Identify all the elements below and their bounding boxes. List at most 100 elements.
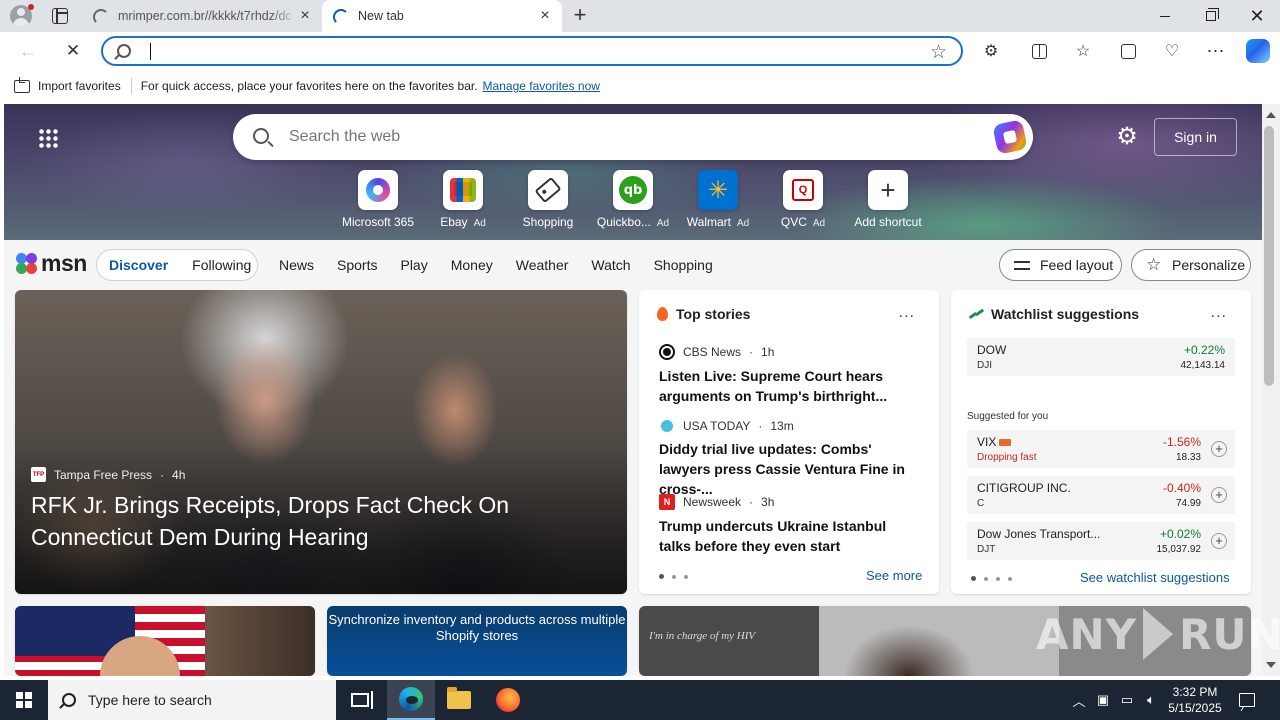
web-search-box[interactable] <box>233 114 1033 160</box>
personalize-button[interactable]: ☆ Personalize <box>1131 249 1251 281</box>
stop-loading-icon[interactable]: ✕ <box>60 38 86 64</box>
more-options-icon[interactable]: ... <box>899 304 915 322</box>
add-to-watchlist-icon[interactable]: + <box>1211 533 1227 549</box>
tab-strip: mrimper.com.br//kkkk/t7rhdz/dc × New tab… <box>0 0 1280 32</box>
tab-following[interactable]: Following <box>180 257 263 273</box>
story-headline[interactable]: Listen Live: Supreme Court hears argumen… <box>659 366 921 406</box>
page-dot[interactable] <box>996 576 1000 581</box>
shortcut-shopping[interactable]: Shopping <box>508 170 588 229</box>
copilot-icon[interactable] <box>1246 39 1270 63</box>
nav-watch[interactable]: Watch <box>591 257 630 273</box>
page-scrollbar[interactable] <box>1262 104 1280 676</box>
tab-new-tab[interactable]: New tab × <box>322 0 562 32</box>
address-bar[interactable]: ☆ <box>101 36 963 66</box>
shortcut-microsoft-365[interactable]: Microsoft 365 <box>338 170 418 229</box>
feed-layout-button[interactable]: Feed layout <box>999 249 1122 281</box>
performance-icon[interactable]: ♡ <box>1161 40 1183 62</box>
shortcut-walmart[interactable]: ✳ Walmart Ad <box>678 170 758 229</box>
story-item[interactable]: N Newsweek · 3h Trump undercuts Ukraine Is… <box>659 494 921 556</box>
story-headline[interactable]: Diddy trial live updates: Combs' lawyers… <box>659 439 921 499</box>
stock-row-dow[interactable]: DOW DJI +0.22% 42,143.14 <box>967 338 1235 376</box>
tab-close-icon[interactable]: × <box>538 8 552 24</box>
see-more-link[interactable]: See more <box>866 568 922 583</box>
minimize-button[interactable] <box>1142 0 1188 32</box>
stock-row-vix[interactable]: VIX Dropping fast -1.56% 18.33 + <box>967 430 1235 468</box>
split-screen-icon[interactable] <box>1028 40 1050 62</box>
tab-actions-icon[interactable] <box>52 8 68 24</box>
more-options-icon[interactable]: ... <box>1211 304 1227 322</box>
taskbar-edge[interactable] <box>387 680 435 720</box>
device-icon[interactable]: ▣ <box>1092 680 1114 720</box>
msn-wordmark: msn <box>41 250 87 276</box>
stock-value: 15,037.92 <box>1156 544 1202 555</box>
news-card-image[interactable] <box>15 606 315 676</box>
msn-logo[interactable]: msn <box>16 250 87 277</box>
task-view-button[interactable] <box>336 680 384 720</box>
nav-money[interactable]: Money <box>451 257 493 273</box>
quick-links: Microsoft 365 Ebay Ad Shopping qb Quickbo… <box>4 170 1262 234</box>
story-item[interactable]: CBS News · 1h Listen Live: Supreme Court h… <box>659 344 921 406</box>
shortcut-qvc[interactable]: Q QVC Ad <box>763 170 843 229</box>
stock-row-djt[interactable]: Dow Jones Transport... DJT +0.02% 15,037… <box>967 522 1235 560</box>
import-favorites-icon[interactable] <box>14 76 30 93</box>
sign-in-button[interactable]: Sign in <box>1154 118 1237 156</box>
nav-news[interactable]: News <box>279 257 314 273</box>
favorites-icon[interactable]: ☆ <box>1072 40 1094 62</box>
volume-icon[interactable]: 🔈︎ <box>1140 680 1162 720</box>
scroll-down-arrow-icon[interactable] <box>1266 662 1276 668</box>
system-clock[interactable]: 3:32 PM 5/15/2025 <box>1160 680 1230 720</box>
nav-weather[interactable]: Weather <box>516 257 569 273</box>
back-arrow-icon[interactable]: ← <box>15 38 41 64</box>
nav-shopping[interactable]: Shopping <box>654 257 713 273</box>
story-item[interactable]: USA TODAY · 13m Diddy trial live updates: … <box>659 419 921 499</box>
extensions-icon[interactable]: ⚙ <box>980 40 1002 62</box>
collections-icon[interactable] <box>1117 40 1139 62</box>
page-dot[interactable] <box>971 576 976 581</box>
taskbar-search-box[interactable]: Type here to search <box>48 680 336 720</box>
address-input[interactable] <box>149 42 909 62</box>
shortcut-quickbooks[interactable]: qb Quickbo... Ad <box>593 170 673 229</box>
import-favorites-link[interactable]: Import favorites <box>38 79 121 93</box>
scroll-up-arrow-icon[interactable] <box>1266 112 1276 118</box>
see-watchlist-suggestions-link[interactable]: See watchlist suggestions <box>1080 570 1230 585</box>
nav-play[interactable]: Play <box>400 257 427 273</box>
hero-headline[interactable]: RFK Jr. Brings Receipts, Drops Fact Chec… <box>31 489 591 553</box>
alert-flag-icon <box>999 439 1012 446</box>
network-icon[interactable]: ▭ <box>1116 680 1138 720</box>
add-shortcut-button[interactable]: + Add shortcut <box>848 170 928 229</box>
hero-news-card[interactable]: TFP Tampa Free Press · 4h RFK Jr. Brings… <box>15 290 627 594</box>
stock-row-citigroup[interactable]: CITIGROUP INC. C -0.40% 74.99 + <box>967 476 1235 514</box>
browser-toolbar: ← ✕ ☆ ⚙ ☆ ♡ ⋯ <box>0 32 1280 70</box>
ad-card[interactable]: Synchronize inventory and products acros… <box>327 606 627 676</box>
more-menu-icon[interactable]: ⋯ <box>1205 40 1227 62</box>
page-dot[interactable] <box>984 576 988 581</box>
shortcut-ebay[interactable]: Ebay Ad <box>423 170 503 229</box>
new-tab-plus-icon[interactable]: + <box>569 4 591 27</box>
app-launcher-icon[interactable] <box>38 128 58 148</box>
copilot-icon[interactable] <box>992 119 1028 155</box>
page-dot[interactable] <box>659 574 664 579</box>
notifications-button[interactable] <box>1236 680 1258 720</box>
taskbar-file-explorer[interactable] <box>435 680 483 720</box>
restore-button[interactable] <box>1188 0 1234 32</box>
favorite-star-icon[interactable]: ☆ <box>930 41 947 64</box>
settings-gear-icon[interactable]: ⚙ <box>1114 124 1140 150</box>
page-dot[interactable] <box>684 574 688 579</box>
page-dot[interactable] <box>1008 576 1012 581</box>
scrollbar-thumb[interactable] <box>1264 126 1274 386</box>
add-to-watchlist-icon[interactable]: + <box>1211 487 1227 503</box>
show-hidden-icons-chevron-icon[interactable]: ︿ <box>1068 680 1090 720</box>
manage-favorites-link[interactable]: Manage favorites now <box>483 79 600 93</box>
story-headline[interactable]: Trump undercuts Ukraine Istanbul talks b… <box>659 516 921 556</box>
taskbar-firefox[interactable] <box>484 680 532 720</box>
close-window-button[interactable]: ✕ <box>1234 0 1280 32</box>
start-button[interactable] <box>0 680 48 720</box>
tab-mrimper[interactable]: mrimper.com.br//kkkk/t7rhdz/dc × <box>82 0 322 32</box>
add-to-watchlist-icon[interactable]: + <box>1211 441 1227 457</box>
nav-sports[interactable]: Sports <box>337 257 377 273</box>
tab-close-icon[interactable]: × <box>298 8 312 24</box>
tab-discover[interactable]: Discover <box>97 257 180 273</box>
page-dot[interactable] <box>672 574 676 579</box>
taskbar-search-placeholder: Type here to search <box>88 692 212 708</box>
web-search-input[interactable] <box>289 127 929 147</box>
